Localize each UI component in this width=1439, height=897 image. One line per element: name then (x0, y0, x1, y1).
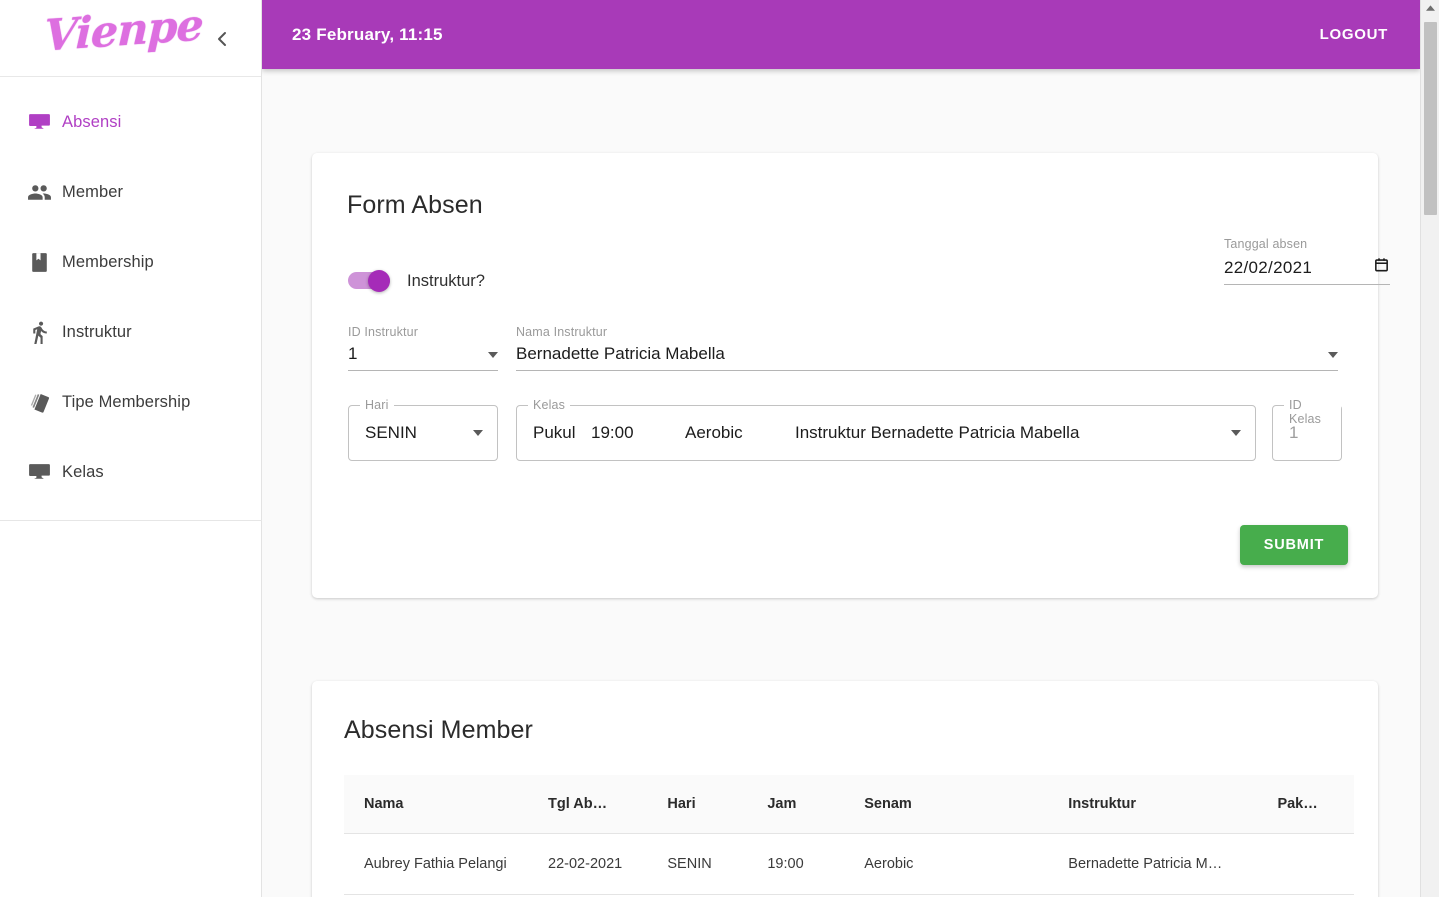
chevron-down-icon (1328, 352, 1338, 358)
running-icon (16, 320, 62, 345)
cell-nama: Aubrey Fathia Pelangi (344, 833, 549, 895)
sidebar-item-label: Absensi (62, 112, 122, 131)
column-header-jam[interactable]: Jam (767, 775, 865, 834)
toggle-thumb (368, 270, 390, 292)
cell-senam: Aerobic (864, 833, 1069, 895)
kelas-time: 19:00 (591, 423, 634, 442)
brand-logo: Vienpe (43, 0, 204, 62)
chevron-down-icon (1231, 430, 1241, 436)
sidebar-divider (0, 520, 262, 521)
table-row[interactable]: Aubrey Fathia Pelangi 22-02-2021 SENIN 1… (344, 833, 1354, 895)
app-root: Vienpe Absensi Member Membership Instruk… (0, 0, 1439, 897)
column-header-nama[interactable]: Nama (344, 775, 549, 834)
chevron-down-icon (473, 430, 483, 436)
nama-instruktur-field[interactable]: Nama Instruktur Bernadette Patricia Mabe… (516, 325, 1338, 371)
sidebar-item-absensi[interactable]: Absensi (0, 99, 261, 145)
kelas-value: Pukul 19:00 Aerobic Instruktur Bernadett… (517, 423, 1079, 443)
kelas-label: Kelas (528, 398, 571, 412)
main-content: Form Absen Instruktur? Tanggal absen 22/… (262, 69, 1420, 897)
sidebar-nav: Absensi Member Membership Instruktur Tip… (0, 77, 262, 521)
sidebar-item-kelas[interactable]: Kelas (0, 449, 261, 495)
layers-icon (16, 390, 62, 415)
people-icon (16, 180, 62, 205)
tanggal-absen-field[interactable]: Tanggal absen 22/02/2021 (1224, 237, 1390, 285)
absensi-table: Nama Tgl Ab… Hari Jam Senam Instruktur P… (344, 775, 1354, 895)
kelas-field[interactable]: Kelas Pukul 19:00 Aerobic Instruktur Ber… (516, 398, 1256, 461)
sidebar-item-label: Membership (62, 252, 154, 271)
instruktur-toggle[interactable] (348, 270, 392, 292)
calendar-icon[interactable] (1373, 256, 1390, 279)
tanggal-absen-value: 22/02/2021 (1224, 257, 1313, 277)
sidebar-item-member[interactable]: Member (0, 169, 261, 215)
cell-jam: 19:00 (767, 833, 865, 895)
sidebar-item-membership[interactable]: Membership (0, 239, 261, 285)
column-header-senam[interactable]: Senam (864, 775, 1069, 834)
id-instruktur-field[interactable]: ID Instruktur 1 (348, 325, 498, 371)
form-absen-card: Form Absen Instruktur? Tanggal absen 22/… (312, 153, 1390, 598)
page-title: Form Absen (347, 191, 483, 219)
book-icon (16, 250, 62, 275)
table-title: Absensi Member (344, 716, 533, 744)
column-header-instruktur[interactable]: Instruktur (1068, 775, 1278, 834)
tanggal-absen-label: Tanggal absen (1224, 237, 1308, 251)
cell-paket (1277, 833, 1354, 895)
cell-tgl-absen: 22-02-2021 (548, 833, 668, 895)
column-header-paket[interactable]: Pak… (1277, 775, 1354, 834)
absensi-member-card: Absensi Member Nama Tgl Ab… Hari Jam Sen… (312, 681, 1378, 897)
sidebar-item-label: Tipe Membership (62, 392, 191, 411)
scroll-up-arrow-icon[interactable] (1421, 0, 1439, 17)
hari-label: Hari (360, 398, 394, 412)
cell-hari: SENIN (667, 833, 768, 895)
id-kelas-field[interactable]: ID Kelas 1 (1272, 398, 1342, 461)
desktop-icon (16, 110, 62, 135)
sidebar: Vienpe Absensi Member Membership Instruk… (0, 0, 262, 897)
column-header-tgl-absen[interactable]: Tgl Ab… (548, 775, 668, 834)
kelas-senam: Aerobic (685, 423, 743, 442)
sidebar-item-label: Kelas (62, 462, 104, 481)
table-body: Aubrey Fathia Pelangi 22-02-2021 SENIN 1… (344, 833, 1354, 895)
tanggal-absen-input[interactable]: 22/02/2021 (1224, 256, 1390, 285)
absensi-table-wrap: Nama Tgl Ab… Hari Jam Senam Instruktur P… (344, 775, 1354, 895)
sidebar-header: Vienpe (0, 0, 261, 77)
column-header-hari[interactable]: Hari (667, 775, 768, 834)
table-header-row: Nama Tgl Ab… Hari Jam Senam Instruktur P… (344, 775, 1354, 834)
header-datetime: 23 February, 11:15 (292, 24, 443, 44)
chevron-left-icon[interactable] (207, 24, 237, 54)
id-kelas-label: ID Kelas (1284, 398, 1341, 426)
nama-instruktur-select[interactable]: Bernadette Patricia Mabella (516, 344, 1338, 371)
chevron-down-icon (488, 352, 498, 358)
top-header: 23 February, 11:15 LOGOUT (262, 0, 1420, 69)
sidebar-item-tipe-membership[interactable]: Tipe Membership (0, 379, 261, 425)
kelas-instruktur: Instruktur Bernadette Patricia Mabella (795, 423, 1080, 442)
id-instruktur-select[interactable]: 1 (348, 344, 498, 371)
id-kelas-value: 1 (1289, 423, 1299, 442)
nama-instruktur-value: Bernadette Patricia Mabella (516, 344, 725, 363)
kelas-pukul-label: Pukul (533, 423, 576, 442)
sidebar-item-label: Instruktur (62, 322, 132, 341)
sidebar-item-instruktur[interactable]: Instruktur (0, 309, 261, 355)
scrollbar-thumb[interactable] (1424, 22, 1437, 215)
hari-value: SENIN (365, 423, 417, 442)
id-instruktur-label: ID Instruktur (348, 325, 419, 339)
instruktur-toggle-row: Instruktur? (348, 270, 485, 292)
cell-instruktur: Bernadette Patricia M… (1068, 833, 1278, 895)
table-head: Nama Tgl Ab… Hari Jam Senam Instruktur P… (344, 775, 1354, 834)
logout-button[interactable]: LOGOUT (1310, 18, 1398, 51)
id-instruktur-value: 1 (348, 344, 358, 363)
hari-field[interactable]: Hari SENIN (348, 398, 498, 461)
nama-instruktur-label: Nama Instruktur (516, 325, 608, 339)
submit-button[interactable]: SUBMIT (1240, 525, 1348, 565)
page-scrollbar[interactable] (1420, 0, 1439, 897)
desktop-icon (16, 460, 62, 485)
instruktur-toggle-label: Instruktur? (407, 271, 485, 290)
sidebar-item-label: Member (62, 182, 124, 201)
